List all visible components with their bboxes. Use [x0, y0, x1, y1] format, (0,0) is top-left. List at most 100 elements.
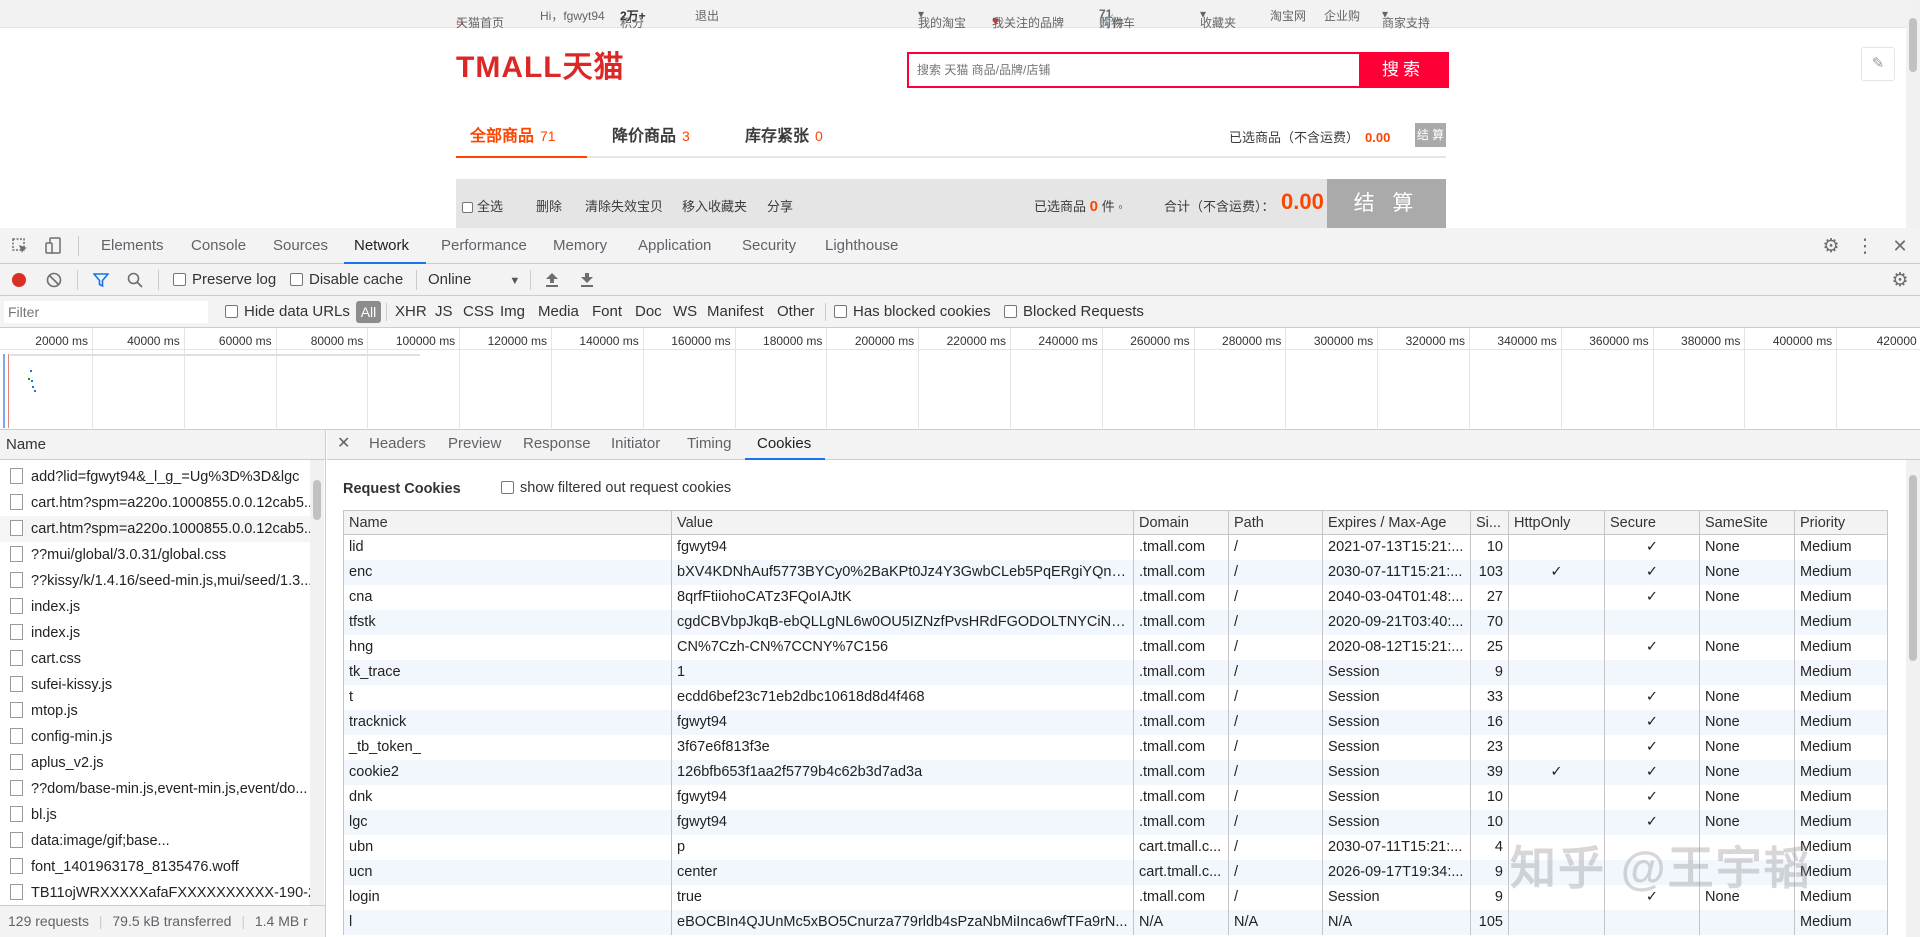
filter-type-all[interactable]: All — [356, 301, 381, 323]
search-input[interactable] — [909, 54, 1359, 86]
cookie-column-header[interactable]: HttpOnly — [1508, 510, 1605, 535]
tab-timing[interactable]: Timing — [687, 435, 731, 452]
hide-data-urls-checkbox[interactable]: Hide data URLs — [225, 303, 350, 320]
disable-cache-checkbox[interactable]: Disable cache — [290, 271, 403, 288]
tab-cookies[interactable]: Cookies — [757, 435, 811, 452]
search-icon[interactable] — [126, 271, 144, 289]
cookie-column-header[interactable]: SameSite — [1699, 510, 1795, 535]
page-scrollbar[interactable] — [1906, 0, 1920, 228]
filter-type-manifest[interactable]: Manifest — [707, 303, 764, 320]
request-row[interactable]: index.js — [0, 594, 310, 620]
filter-icon[interactable] — [92, 271, 110, 289]
checkout-button[interactable]: 结 算 — [1327, 179, 1446, 228]
delete-link[interactable]: 删除 — [536, 196, 562, 215]
logout-link[interactable]: 退出 — [695, 7, 719, 24]
tab-all-items[interactable]: 全部商品 71 — [470, 122, 556, 146]
request-row[interactable]: font_1401963178_8135476.woff — [0, 854, 310, 880]
tab-console[interactable]: Console — [191, 237, 246, 254]
share-link[interactable]: 分享 — [767, 196, 793, 215]
more-options-icon[interactable]: ⋮ — [1853, 234, 1877, 258]
request-row[interactable]: data:image/gif;base... — [0, 828, 310, 854]
tab-initiator[interactable]: Initiator — [611, 435, 660, 452]
favorites-menu[interactable]: 收藏夹 ▾ — [1200, 7, 1236, 30]
tab-application[interactable]: Application — [638, 237, 711, 254]
tab-sources[interactable]: Sources — [273, 237, 328, 254]
settings-gear-icon[interactable]: ⚙ — [1819, 234, 1843, 258]
request-row[interactable]: index.js — [0, 620, 310, 646]
requests-scrollbar[interactable] — [310, 460, 324, 905]
cookie-row[interactable]: t ecdd6bef23c71eb2dbc10618d8d4f468 .tmall.… — [343, 684, 1888, 710]
request-row[interactable]: add?lid=fgwyt94&_l_g_=Ug%3D%3D&lgc — [0, 464, 310, 490]
cookie-column-header[interactable]: Expires / Max-Age — [1322, 510, 1471, 535]
tab-network[interactable]: Network — [354, 237, 409, 254]
cart-link[interactable]: 🛒 购物车 71 件 — [1099, 7, 1135, 30]
detail-scrollbar[interactable] — [1906, 460, 1920, 937]
enterprise-link[interactable]: 企业购 — [1324, 7, 1360, 24]
my-taobao-menu[interactable]: 我的淘宝 ▾ — [918, 7, 966, 30]
cookie-row[interactable]: dnk fgwyt94 .tmall.com / Session 10 ✓ None Mediu… — [343, 784, 1888, 810]
has-blocked-cookies-checkbox[interactable]: Has blocked cookies — [834, 303, 991, 320]
cookie-column-header[interactable]: Value — [671, 510, 1134, 535]
device-toolbar-icon[interactable] — [42, 234, 66, 258]
tab-performance[interactable]: Performance — [441, 237, 527, 254]
filter-type-font[interactable]: Font — [592, 303, 622, 320]
cookie-row[interactable]: tfstk cgdCBVbpJkqB-ebQLLgNL6w0OU5IZNzfPvs… — [343, 609, 1888, 635]
tab-lighthouse[interactable]: Lighthouse — [825, 237, 898, 254]
cookie-column-header[interactable]: Priority — [1794, 510, 1888, 535]
import-har-icon[interactable] — [543, 271, 561, 289]
request-row[interactable]: cart.htm?spm=a220o.1000855.0.0.12cab5... — [0, 490, 310, 516]
cookie-row[interactable]: tracknick fgwyt94 .tmall.com / Session 16 ✓ Non… — [343, 709, 1888, 735]
edit-icon[interactable]: ✎ — [1861, 47, 1895, 81]
cookie-row[interactable]: cookie2 126bfb653f1aa2f5779b4c62b3d7ad3a.… — [343, 759, 1888, 785]
requests-name-header[interactable]: Name — [0, 430, 325, 460]
cookie-row[interactable]: tk_trace 1 .tmall.com / Session 9 Medium — [343, 659, 1888, 685]
tab-price-drop[interactable]: 降价商品 3 — [612, 122, 690, 146]
blocked-requests-checkbox[interactable]: Blocked Requests — [1004, 303, 1144, 320]
tab-preview[interactable]: Preview — [448, 435, 501, 452]
request-row[interactable]: mtop.js — [0, 698, 310, 724]
request-row[interactable]: ??mui/global/3.0.31/global.css — [0, 542, 310, 568]
close-detail-icon[interactable]: ✕ — [337, 433, 350, 453]
cookie-row[interactable]: enc bXV4KDNhAuf5773BYCy0%2BaKPt0Jz4Y3GwbC… — [343, 559, 1888, 585]
request-row[interactable]: ??kissy/k/1.4.16/seed-min.js,mui/seed/1.… — [0, 568, 310, 594]
show-filtered-cookies-checkbox[interactable]: show filtered out request cookies — [501, 480, 731, 496]
cookie-row[interactable]: _tb_token_ 3f67e6f813f3e .tmall.com / Sessio… — [343, 734, 1888, 760]
cookie-row[interactable]: lgc fgwyt94 .tmall.com / Session 10 ✓ None Mediu… — [343, 809, 1888, 835]
tab-security[interactable]: Security — [742, 237, 796, 254]
filter-type-doc[interactable]: Doc — [635, 303, 662, 320]
tab-memory[interactable]: Memory — [553, 237, 607, 254]
clear-icon[interactable] — [45, 271, 63, 289]
clear-invalid-link[interactable]: 清除失效宝贝 — [585, 196, 663, 215]
move-to-favorites-link[interactable]: 移入收藏夹 — [682, 196, 747, 215]
cookie-row[interactable]: l eBOCBIn4QJUnMc5xBO5Cnurza779rldb4sPzaNb… — [343, 909, 1888, 935]
tab-headers[interactable]: Headers — [369, 435, 426, 452]
cookie-column-header[interactable]: Path — [1228, 510, 1323, 535]
filter-type-img[interactable]: Img — [500, 303, 525, 320]
request-row[interactable]: aplus_v2.js — [0, 750, 310, 776]
cookie-column-header[interactable]: Secure — [1604, 510, 1700, 535]
filter-type-media[interactable]: Media — [538, 303, 579, 320]
close-devtools-icon[interactable]: ✕ — [1888, 234, 1912, 258]
request-row[interactable]: sufei-kissy.js — [0, 672, 310, 698]
request-row[interactable]: bl.js — [0, 802, 310, 828]
record-icon[interactable] — [10, 271, 28, 289]
select-all-checkbox[interactable]: 全选 — [462, 196, 503, 215]
request-row[interactable]: cart.htm?spm=a220o.1000855.0.0.12cab5... — [0, 516, 310, 542]
tab-response[interactable]: Response — [523, 435, 591, 452]
request-row[interactable]: TB11ojWRXXXXXafaFXXXXXXXXXX-190-2... — [0, 880, 310, 906]
filter-type-ws[interactable]: WS — [673, 303, 697, 320]
tab-elements[interactable]: Elements — [101, 237, 164, 254]
filter-type-css[interactable]: CSS — [463, 303, 494, 320]
cookie-column-header[interactable]: Name — [343, 510, 672, 535]
filter-type-js[interactable]: JS — [435, 303, 453, 320]
cookie-column-header[interactable]: Domain — [1133, 510, 1229, 535]
inspect-element-icon[interactable] — [8, 234, 32, 258]
request-row[interactable]: config-min.js — [0, 724, 310, 750]
filter-type-xhr[interactable]: XHR — [395, 303, 427, 320]
tab-low-stock[interactable]: 库存紧张 0 — [745, 122, 823, 146]
request-row[interactable]: cart.css — [0, 646, 310, 672]
filter-input[interactable] — [4, 301, 208, 323]
cookie-row[interactable]: cna 8qrfFtiiohoCATz3FQoIAJtK .tmall.com/20… — [343, 584, 1888, 610]
tmall-logo[interactable]: TMALL天猫 — [456, 52, 636, 84]
request-row[interactable]: ??dom/base-min.js,event-min.js,event/do.… — [0, 776, 310, 802]
